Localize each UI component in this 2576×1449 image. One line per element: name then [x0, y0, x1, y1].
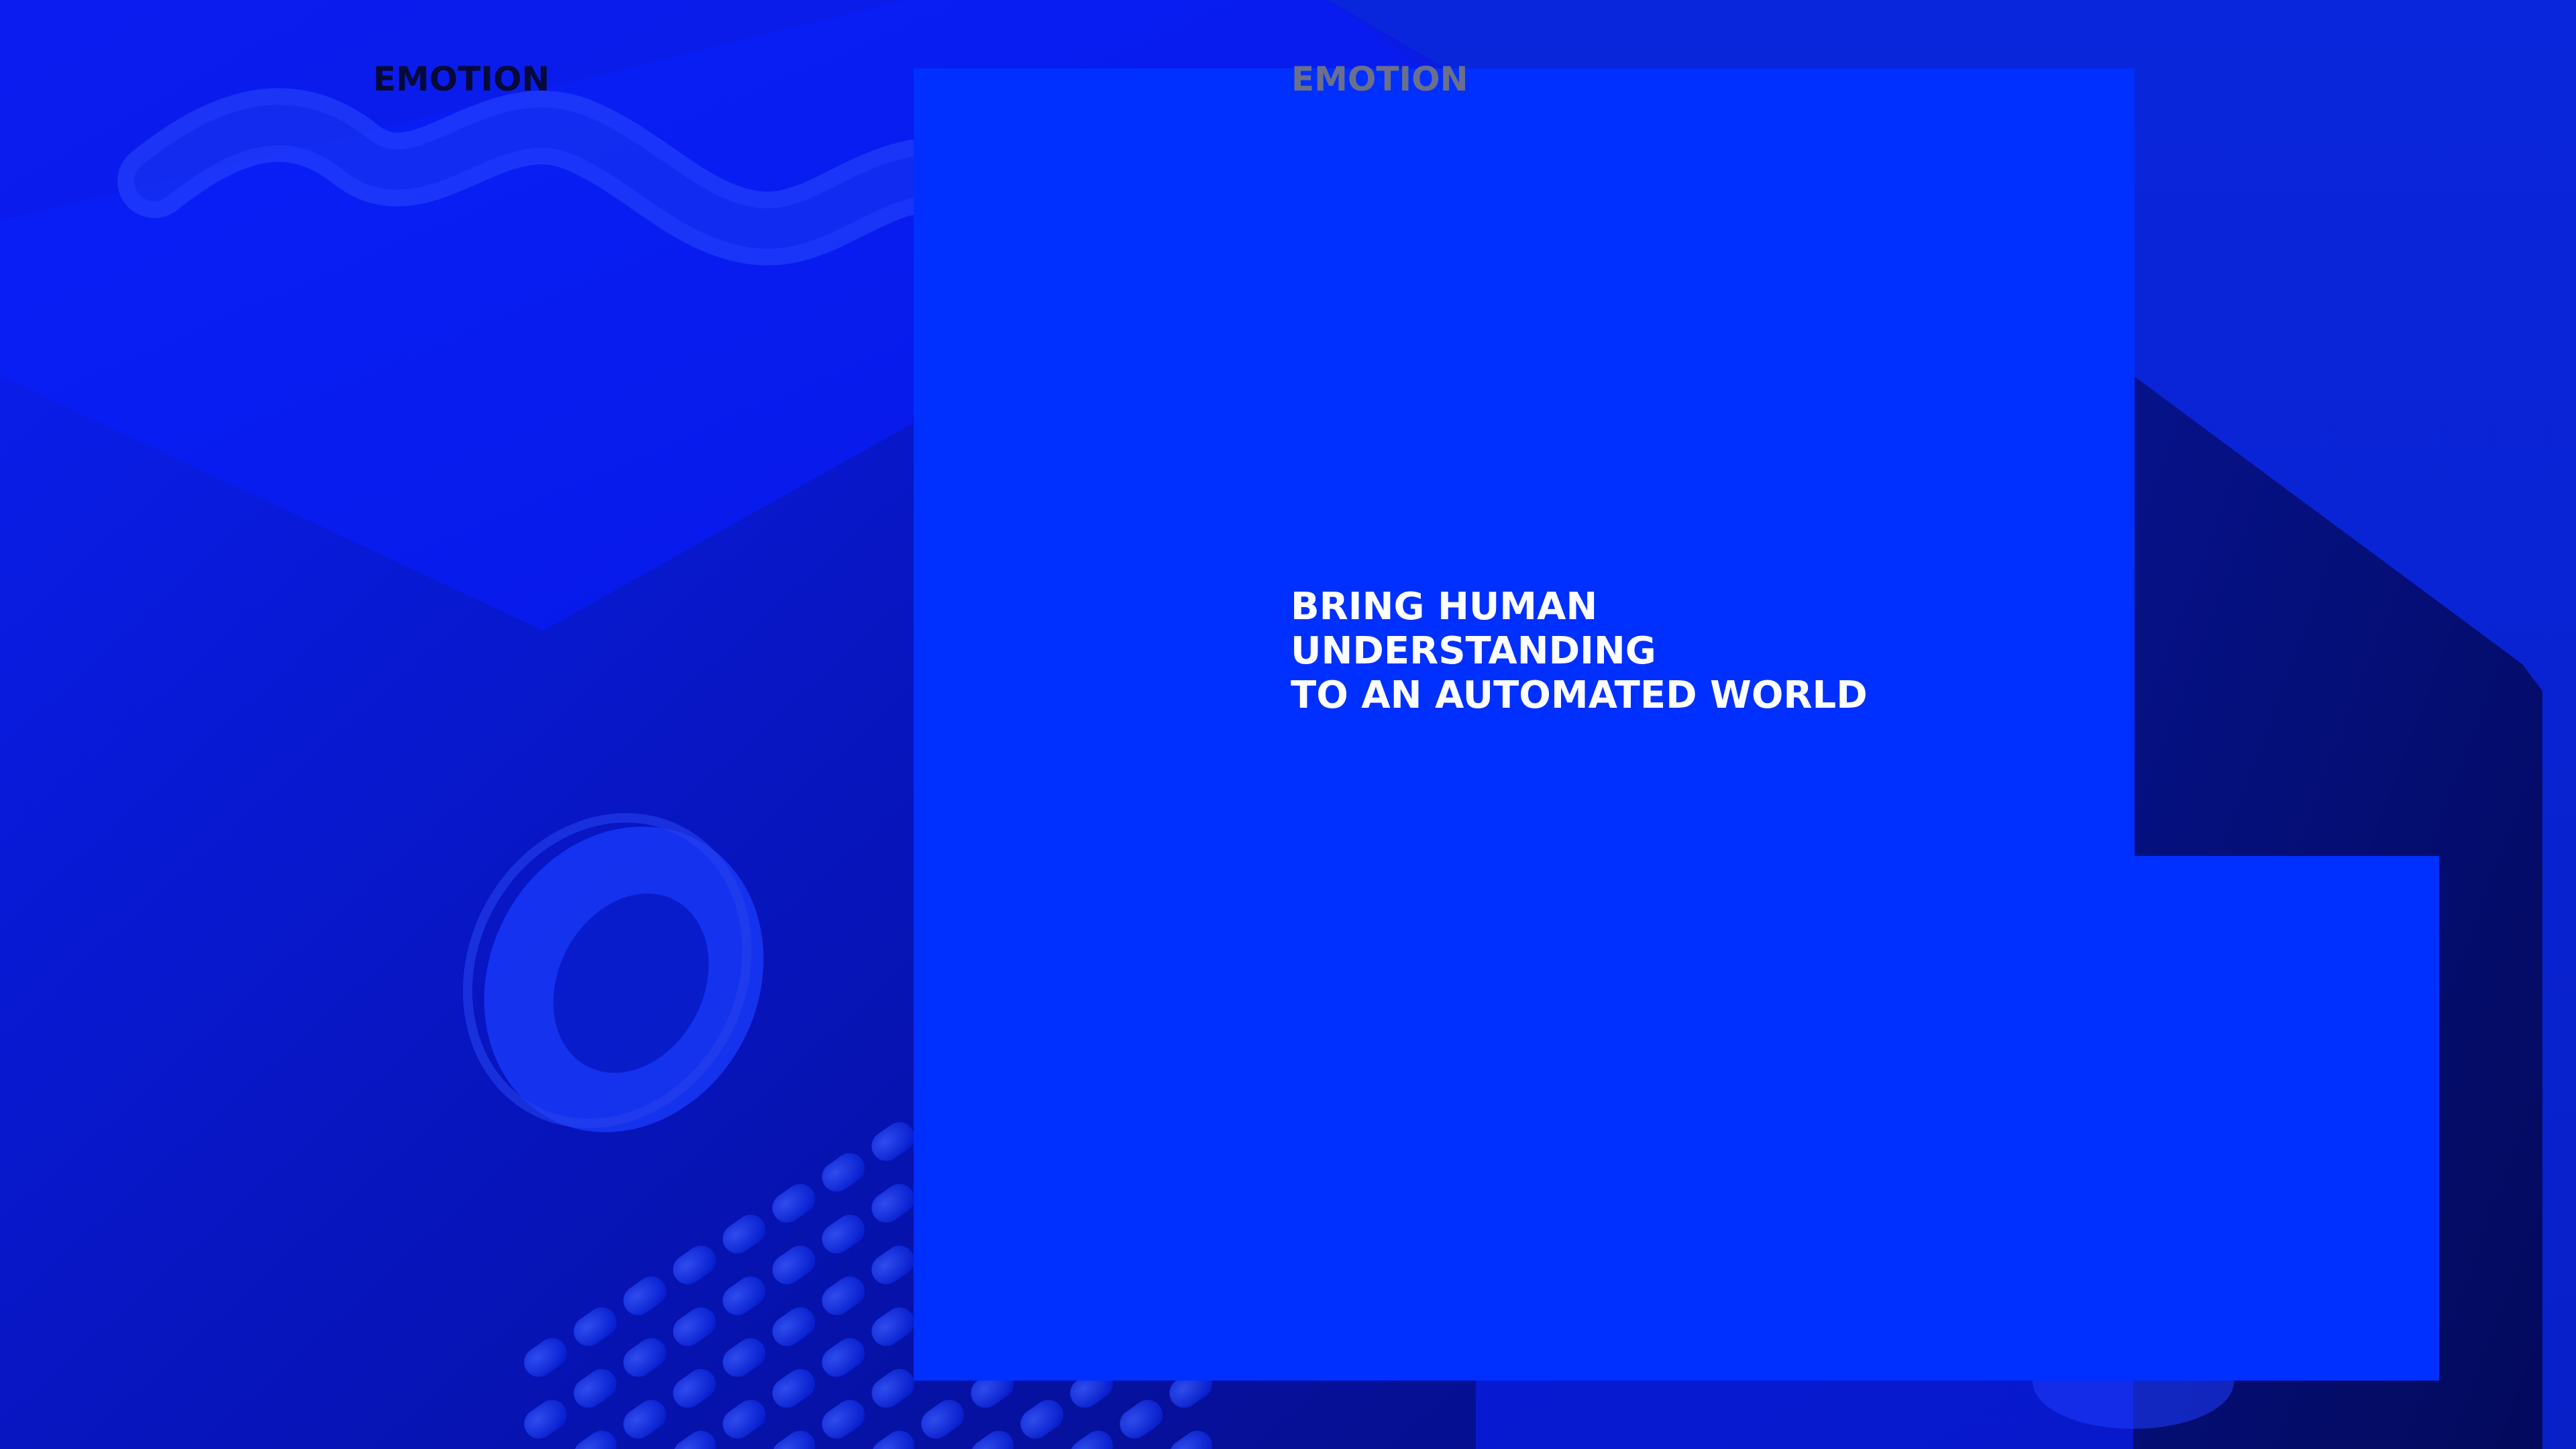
hero-card — [914, 68, 2135, 1381]
hero-stage: EMOTION EMOTION BRING HUMAN UNDERSTANDIN… — [0, 0, 2576, 1449]
headline-line-2: UNDERSTANDING — [1291, 629, 1656, 673]
hero-card-extension — [2133, 856, 2439, 1381]
headline-line-1: BRING HUMAN — [1291, 585, 1598, 629]
hero-headline: BRING HUMAN UNDERSTANDING TO AN AUTOMATE… — [1291, 585, 1868, 718]
brand-logo-right[interactable]: EMOTION — [1291, 59, 1468, 99]
brand-logo-left[interactable]: EMOTION — [373, 59, 549, 99]
headline-line-3: TO AN AUTOMATED WORLD — [1291, 674, 1868, 717]
